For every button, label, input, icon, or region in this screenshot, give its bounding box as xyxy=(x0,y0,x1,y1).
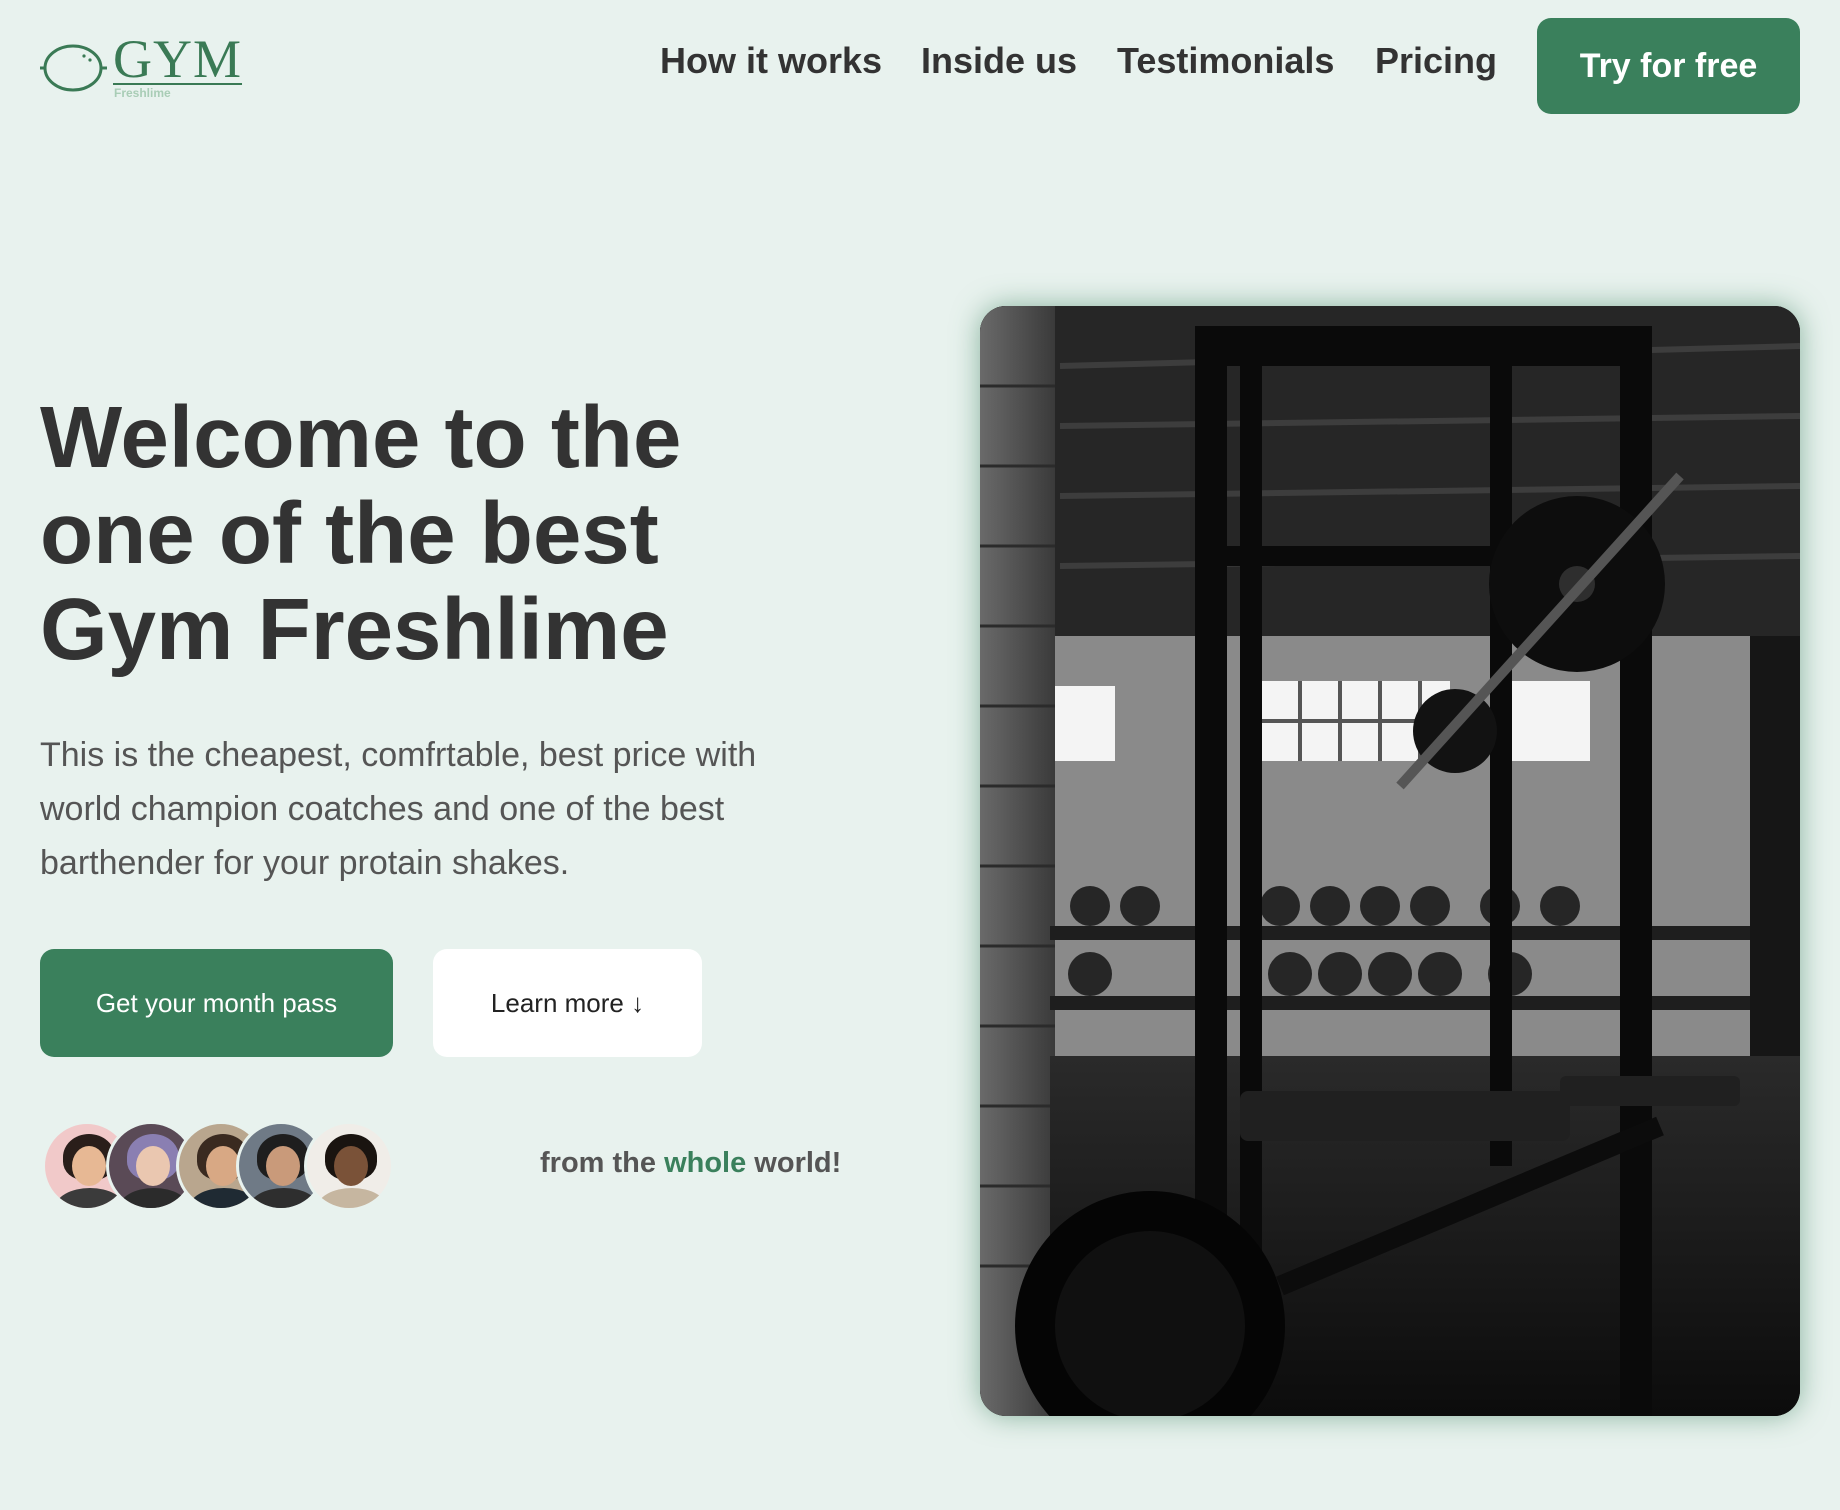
learn-more-button[interactable]: Learn more ↓ xyxy=(433,949,702,1057)
customer-avatars xyxy=(42,1121,402,1211)
gym-power-rack-photo xyxy=(980,306,1800,1416)
month-pass-button[interactable]: Get your month pass xyxy=(40,949,393,1057)
site-header: GYM Freshlime How it works Inside us Tes… xyxy=(0,0,1840,150)
nav-pricing[interactable]: Pricing xyxy=(1375,40,1497,90)
nav-inside-us[interactable]: Inside us xyxy=(921,40,1077,90)
try-for-free-button[interactable]: Try for free xyxy=(1537,18,1800,114)
hero-title: Welcome to the one of the best Gym Fresh… xyxy=(40,389,682,678)
social-proof-accent: whole xyxy=(664,1147,747,1179)
hero-description: This is the cheapest, comfrtable, best p… xyxy=(40,736,757,882)
logo[interactable]: GYM Freshlime xyxy=(40,29,241,100)
social-proof-text: from the whole world! xyxy=(540,1147,842,1179)
nav-testimonials[interactable]: Testimonials xyxy=(1117,40,1334,90)
lime-icon xyxy=(40,44,107,92)
logo-wordmark: GYM xyxy=(113,29,243,89)
logo-subtext: Freshlime xyxy=(114,86,171,100)
landing-page: GYM Freshlime How it works Inside us Tes… xyxy=(0,0,1840,1510)
nav-how-it-works[interactable]: How it works xyxy=(660,40,882,90)
avatar xyxy=(304,1121,394,1211)
